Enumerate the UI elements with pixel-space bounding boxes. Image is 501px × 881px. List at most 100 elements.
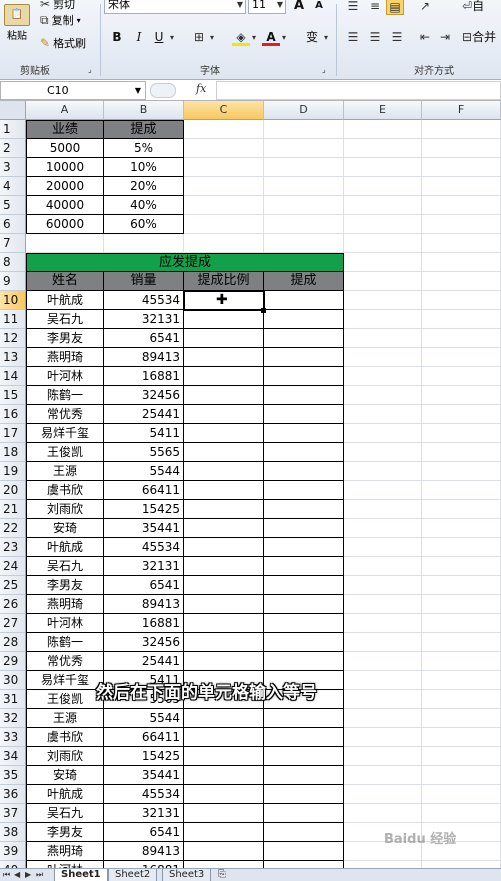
commission-rate-cell[interactable] (184, 557, 264, 576)
row-header-33[interactable]: 33 (0, 728, 26, 747)
main-table-header[interactable]: 提成比例 (184, 272, 264, 291)
row-header-26[interactable]: 26 (0, 595, 26, 614)
cell-e31[interactable] (344, 690, 422, 709)
cell-f25[interactable] (422, 576, 501, 595)
cell-f9[interactable] (422, 272, 501, 291)
sales-cell[interactable]: 66411 (104, 481, 184, 500)
cell-f37[interactable] (422, 804, 501, 823)
name-cell[interactable]: 易烊千玺 (26, 671, 104, 690)
row-header-2[interactable]: 2 (0, 139, 26, 158)
commission-cell[interactable] (264, 595, 344, 614)
sales-cell[interactable]: 15425 (104, 500, 184, 519)
commission-cell[interactable] (264, 614, 344, 633)
cell-e15[interactable] (344, 386, 422, 405)
cell-e1[interactable] (344, 120, 422, 139)
cell-f35[interactable] (422, 766, 501, 785)
row-header-40[interactable]: 40 (0, 861, 26, 868)
paste-button[interactable]: 📋 粘贴 (4, 4, 30, 42)
row-header-31[interactable]: 31 (0, 690, 26, 709)
sales-cell[interactable]: 32131 (104, 804, 184, 823)
sales-cell[interactable]: 32131 (104, 557, 184, 576)
name-cell[interactable]: 常优秀 (26, 652, 104, 671)
commission-rate-cell[interactable] (184, 310, 264, 329)
commission-rate-cell[interactable] (184, 747, 264, 766)
row-header-11[interactable]: 11 (0, 310, 26, 329)
cell-f26[interactable] (422, 595, 501, 614)
name-cell[interactable]: 李男友 (26, 329, 104, 348)
cell-e18[interactable] (344, 443, 422, 462)
sales-cell[interactable]: 6541 (104, 823, 184, 842)
name-cell[interactable]: 燕明琦 (26, 595, 104, 614)
sales-cell[interactable]: 32456 (104, 386, 184, 405)
row-header-7[interactable]: 7 (0, 234, 26, 253)
row-header-10[interactable]: 10 (0, 291, 26, 310)
commission-cell[interactable] (264, 823, 344, 842)
cell-f34[interactable] (422, 747, 501, 766)
align-center-button[interactable]: ☰ (366, 28, 384, 46)
row-header-29[interactable]: 29 (0, 652, 26, 671)
sales-cell[interactable]: 89413 (104, 842, 184, 861)
expand-name-box-icon[interactable] (150, 83, 176, 98)
cell-e10[interactable] (344, 291, 422, 310)
row-header-30[interactable]: 30 (0, 671, 26, 690)
cell-e19[interactable] (344, 462, 422, 481)
font-name-select[interactable]: 宋体 ▼ (104, 0, 246, 14)
row-header-34[interactable]: 34 (0, 747, 26, 766)
cell-f33[interactable] (422, 728, 501, 747)
rate-table-cell[interactable]: 5% (104, 139, 184, 158)
cell-f32[interactable] (422, 709, 501, 728)
prev-sheet-icon[interactable]: ◀ (14, 869, 20, 881)
column-header-f[interactable]: F (422, 101, 501, 120)
cell-e6[interactable] (344, 215, 422, 234)
copy-button[interactable]: ⧉ 复制 ▾ (40, 12, 81, 28)
commission-rate-cell[interactable] (184, 481, 264, 500)
chevron-down-icon[interactable]: ▾ (324, 30, 328, 46)
row-header-37[interactable]: 37 (0, 804, 26, 823)
cell-d6[interactable] (264, 215, 344, 234)
row-header-9[interactable]: 9 (0, 272, 26, 291)
first-sheet-icon[interactable]: ⏮ (3, 869, 10, 881)
rate-table-header[interactable]: 业绩 (26, 120, 104, 139)
tab-sheet3[interactable]: Sheet3 (162, 869, 212, 881)
main-table-header[interactable]: 姓名 (26, 272, 104, 291)
align-middle-button[interactable]: ≡ (366, 0, 384, 15)
cell-d2[interactable] (264, 139, 344, 158)
main-table-header[interactable]: 销量 (104, 272, 184, 291)
commission-cell[interactable] (264, 785, 344, 804)
align-left-button[interactable]: ☰ (344, 28, 362, 46)
commission-rate-cell[interactable] (184, 785, 264, 804)
row-header-38[interactable]: 38 (0, 823, 26, 842)
align-top-button[interactable]: ☰ (344, 0, 362, 15)
row-header-19[interactable]: 19 (0, 462, 26, 481)
cell-e26[interactable] (344, 595, 422, 614)
name-cell[interactable]: 燕明琦 (26, 842, 104, 861)
insert-function-button[interactable]: fx (196, 82, 206, 95)
name-cell[interactable]: 虞书欣 (26, 481, 104, 500)
cell-f40[interactable] (422, 861, 501, 868)
row-header-13[interactable]: 13 (0, 348, 26, 367)
sales-cell[interactable]: 5411 (104, 424, 184, 443)
row-header-28[interactable]: 28 (0, 633, 26, 652)
cell-d1[interactable] (264, 120, 344, 139)
cell-f11[interactable] (422, 310, 501, 329)
cell-e7[interactable] (344, 234, 422, 253)
name-cell[interactable]: 易烊千玺 (26, 424, 104, 443)
cell-f7[interactable] (422, 234, 501, 253)
sales-cell[interactable]: 16881 (104, 367, 184, 386)
commission-cell[interactable] (264, 329, 344, 348)
cell-f5[interactable] (422, 196, 501, 215)
rate-table-cell[interactable]: 5000 (26, 139, 104, 158)
cell-e11[interactable] (344, 310, 422, 329)
cell-c7[interactable] (184, 234, 264, 253)
cell-e37[interactable] (344, 804, 422, 823)
grow-font-button[interactable]: A (290, 0, 308, 15)
cell-e17[interactable] (344, 424, 422, 443)
cell-e36[interactable] (344, 785, 422, 804)
cell-a7[interactable] (26, 234, 104, 253)
commission-cell[interactable] (264, 728, 344, 747)
cell-f16[interactable] (422, 405, 501, 424)
commission-cell[interactable] (264, 291, 344, 310)
cell-f1[interactable] (422, 120, 501, 139)
cell-f36[interactable] (422, 785, 501, 804)
rate-table-header[interactable]: 提成 (104, 120, 184, 139)
